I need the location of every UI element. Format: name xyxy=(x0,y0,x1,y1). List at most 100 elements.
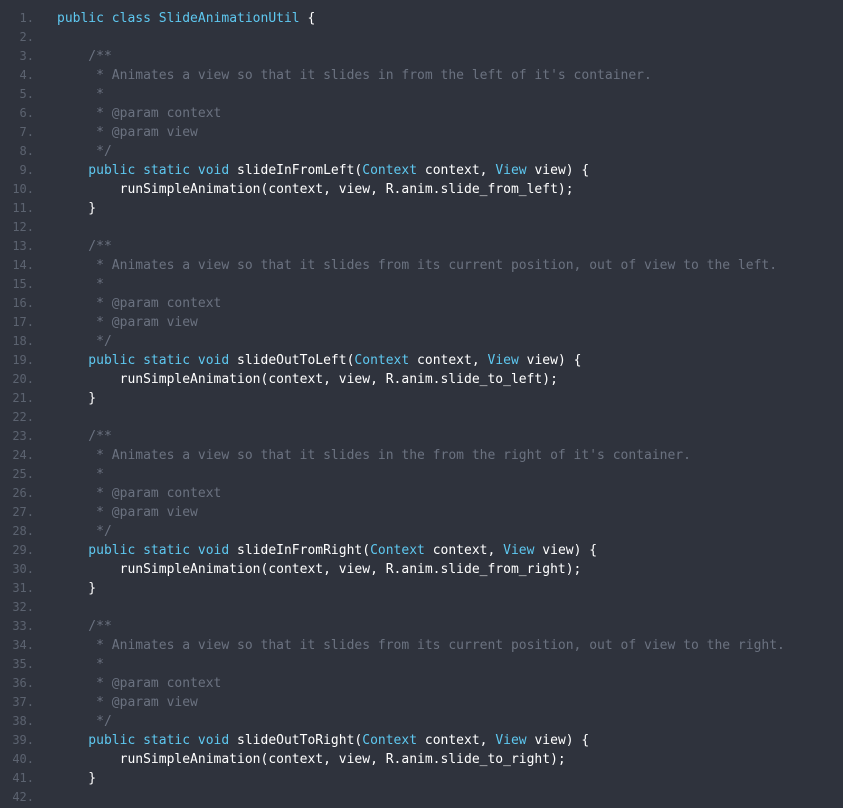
code-line[interactable]: 41. } xyxy=(0,769,843,788)
code-line[interactable]: 27. * @param view xyxy=(0,503,843,522)
code-text: * xyxy=(57,85,104,104)
code-line[interactable]: 33. /** xyxy=(0,617,843,636)
comment-token: * Animates a view so that it slides from… xyxy=(57,258,778,273)
code-line[interactable]: 30. runSimpleAnimation(context, view, R.… xyxy=(0,560,843,579)
code-line[interactable]: 26. * @param context xyxy=(0,484,843,503)
code-line[interactable]: 25. * xyxy=(0,465,843,484)
comment-token: */ xyxy=(57,144,112,159)
code-token: } xyxy=(57,771,97,786)
code-text: } xyxy=(57,389,96,408)
code-text: runSimpleAnimation(context, view, R.anim… xyxy=(57,370,558,389)
line-number: 42. xyxy=(12,790,34,804)
line-number: 18. xyxy=(12,334,34,348)
code-line[interactable]: 21. } xyxy=(0,389,843,408)
code-line[interactable]: 37. * @param view xyxy=(0,693,843,712)
code-token: view) { xyxy=(526,163,590,178)
code-line[interactable]: 17. * @param view xyxy=(0,313,843,332)
code-line[interactable]: 12. xyxy=(0,218,843,237)
comment-token: * @param context xyxy=(57,486,222,501)
code-line[interactable]: 20. runSimpleAnimation(context, view, R.… xyxy=(0,370,843,389)
code-line[interactable]: 8. */ xyxy=(0,142,843,161)
line-number: 26. xyxy=(12,486,34,500)
code-token: } xyxy=(57,201,97,216)
code-line[interactable]: 3. /** xyxy=(0,47,843,66)
line-number: 4. xyxy=(19,68,34,82)
code-line[interactable]: 24. * Animates a view so that it slides … xyxy=(0,446,843,465)
code-token: slideInFromLeft( xyxy=(237,163,363,178)
code-text: } xyxy=(57,199,96,218)
code-line[interactable]: 23. /** xyxy=(0,427,843,446)
code-text: * @param context xyxy=(57,674,221,693)
keyword-token: public static void xyxy=(57,163,238,178)
code-text: public static void slideInFromRight(Cont… xyxy=(57,541,597,560)
code-line[interactable]: 31. } xyxy=(0,579,843,598)
code-line[interactable]: 32. xyxy=(0,598,843,617)
line-number: 22. xyxy=(12,410,34,424)
comment-token: * @param context xyxy=(57,106,222,121)
code-line[interactable]: 5. * xyxy=(0,85,843,104)
code-line[interactable]: 19. public static void slideOutToLeft(Co… xyxy=(0,351,843,370)
code-line[interactable]: 1. public class SlideAnimationUtil { xyxy=(0,9,843,28)
code-editor[interactable]: 1. public class SlideAnimationUtil { 2. 3. … xyxy=(0,0,843,808)
line-number: 2. xyxy=(19,30,34,44)
code-text: * @param view xyxy=(57,123,198,142)
code-line[interactable]: 2. xyxy=(0,28,843,47)
code-line[interactable]: 36. * @param context xyxy=(0,674,843,693)
code-token: slideOutToRight( xyxy=(237,733,363,748)
line-number: 35. xyxy=(12,657,34,671)
code-line[interactable]: 42. xyxy=(0,788,843,807)
code-line[interactable]: 29. public static void slideInFromRight(… xyxy=(0,541,843,560)
comment-token: * xyxy=(57,87,104,102)
line-number: 10. xyxy=(12,182,34,196)
type-token: Context xyxy=(362,733,418,748)
code-line[interactable]: 10. runSimpleAnimation(context, view, R.… xyxy=(0,180,843,199)
code-line[interactable]: 34. * Animates a view so that it slides … xyxy=(0,636,843,655)
code-text: public static void slideInFromLeft(Conte… xyxy=(57,161,589,180)
code-text: * @param context xyxy=(57,484,221,503)
code-line[interactable]: 22. xyxy=(0,408,843,427)
type-token: View xyxy=(503,543,535,558)
line-number: 3. xyxy=(19,49,34,63)
code-line[interactable]: 6. * @param context xyxy=(0,104,843,123)
code-line[interactable]: 16. * @param context xyxy=(0,294,843,313)
line-number: 33. xyxy=(12,619,34,633)
code-line[interactable]: 35. * xyxy=(0,655,843,674)
code-line[interactable]: 28. */ xyxy=(0,522,843,541)
code-line[interactable]: 7. * @param view xyxy=(0,123,843,142)
line-number: 28. xyxy=(12,524,34,538)
code-token: view) { xyxy=(526,733,590,748)
line-number: 41. xyxy=(12,771,34,785)
line-number: 39. xyxy=(12,733,34,747)
code-line[interactable]: 11. } xyxy=(0,199,843,218)
code-text: */ xyxy=(57,712,112,731)
keyword-token: public static void xyxy=(57,733,238,748)
code-line[interactable]: 13. /** xyxy=(0,237,843,256)
code-text: * xyxy=(57,275,104,294)
code-token: context, xyxy=(409,353,488,368)
line-number: 38. xyxy=(12,714,34,728)
code-text: * Animates a view so that it slides from… xyxy=(57,256,777,275)
code-text: */ xyxy=(57,522,112,541)
code-line[interactable]: 9. public static void slideInFromLeft(Co… xyxy=(0,161,843,180)
code-text: * Animates a view so that it slides from… xyxy=(57,636,785,655)
code-line[interactable]: 4. * Animates a view so that it slides i… xyxy=(0,66,843,85)
code-token: slideOutToLeft( xyxy=(237,353,355,368)
code-text: * @param view xyxy=(57,503,198,522)
code-text: */ xyxy=(57,332,112,351)
line-number: 40. xyxy=(12,752,34,766)
comment-token: * Animates a view so that it slides in t… xyxy=(57,448,691,463)
code-line[interactable]: 15. * xyxy=(0,275,843,294)
comment-token: /** xyxy=(57,49,112,64)
code-text: } xyxy=(57,769,96,788)
code-line[interactable]: 38. */ xyxy=(0,712,843,731)
code-line[interactable]: 14. * Animates a view so that it slides … xyxy=(0,256,843,275)
code-token: runSimpleAnimation(context, view, R.anim… xyxy=(57,372,558,387)
code-text: public static void slideOutToRight(Conte… xyxy=(57,731,589,750)
code-token: context, xyxy=(417,163,496,178)
code-line[interactable]: 40. runSimpleAnimation(context, view, R.… xyxy=(0,750,843,769)
line-number: 31. xyxy=(12,581,34,595)
code-line[interactable]: 18. */ xyxy=(0,332,843,351)
comment-token: /** xyxy=(57,239,112,254)
code-text: * @param view xyxy=(57,693,198,712)
code-line[interactable]: 39. public static void slideOutToRight(C… xyxy=(0,731,843,750)
